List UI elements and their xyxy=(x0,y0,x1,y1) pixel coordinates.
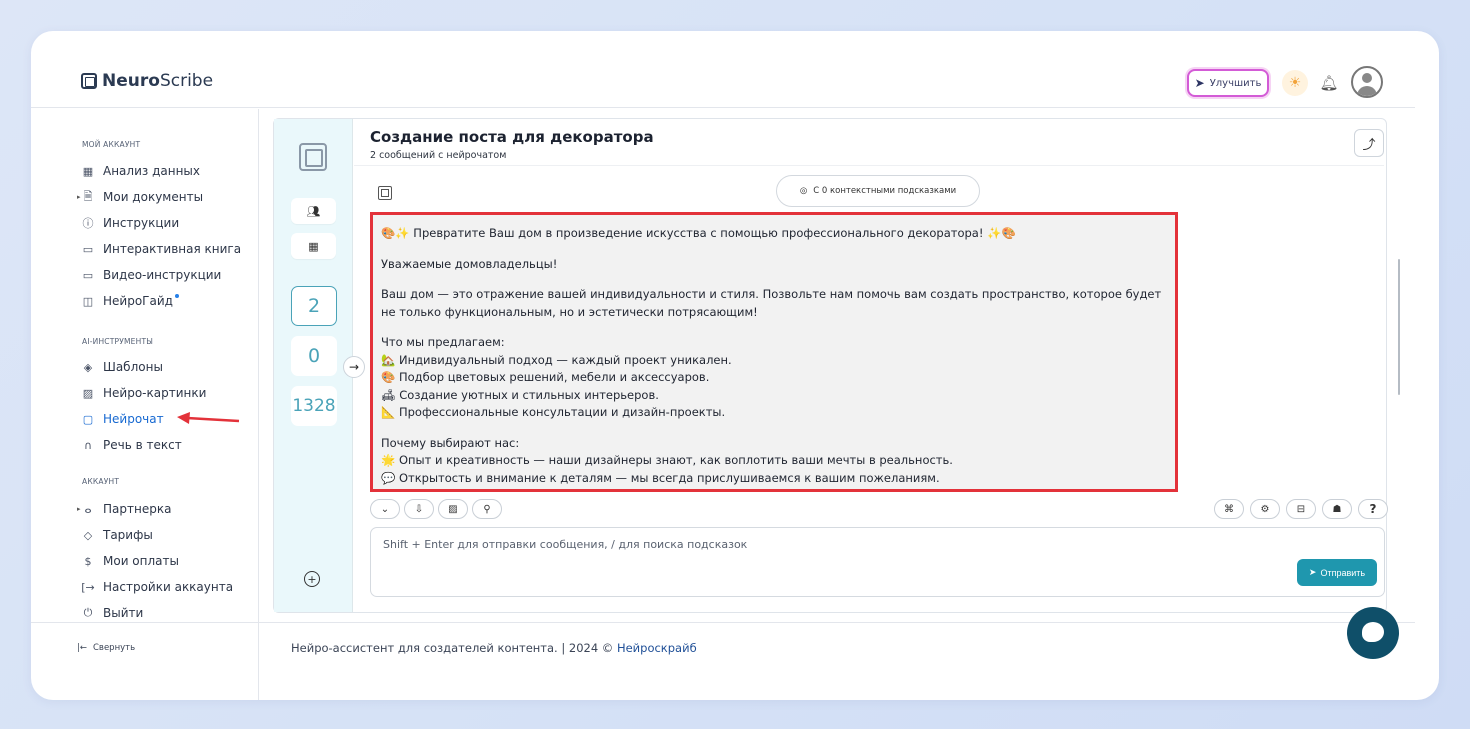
caret-right-icon: ▸ xyxy=(77,193,81,201)
title-divider xyxy=(354,165,1384,166)
robot-icon[interactable]: ☗ xyxy=(1322,499,1352,519)
sidebar-item-interactive-book[interactable]: ▭ Интерактивная книга xyxy=(81,239,251,259)
footer-divider xyxy=(31,622,1415,623)
theme-toggle-sun-icon[interactable]: ☀ xyxy=(1282,70,1308,96)
new-badge-dot xyxy=(174,294,179,298)
footer-link[interactable]: Нейроскрайб xyxy=(617,641,697,655)
brand-icon xyxy=(299,143,327,171)
app-card: NeuroScribe ➤ Улучшить ☀ 🔔︎ МОЙ АККАУНТ … xyxy=(31,31,1439,700)
sidebar-item-logout[interactable]: ⏻ Выйти xyxy=(81,603,251,623)
chat-scrollbar[interactable] xyxy=(1398,259,1400,395)
guide-icon: ◫ xyxy=(82,294,94,308)
share-button[interactable]: ⤴ xyxy=(1354,129,1384,157)
message-input[interactable] xyxy=(383,538,1283,551)
sidebar-item-my-documents[interactable]: ▸ 🗎 Мои документы xyxy=(77,187,251,207)
sidebar-item-templates[interactable]: ◈ Шаблоны xyxy=(81,357,251,377)
message-intro: Ваш дом — это отражение вашей индивидуал… xyxy=(381,287,1162,319)
template-icon[interactable]: ⊟ xyxy=(1286,499,1316,519)
counter-messages: 2 xyxy=(291,286,337,326)
image-icon: ▨ xyxy=(82,386,94,400)
help-question-icon[interactable]: ? xyxy=(1358,499,1388,519)
users-icon[interactable]: 👥︎ xyxy=(291,198,336,224)
sidebar-item-my-payments[interactable]: $ Мои оплаты xyxy=(81,551,251,571)
sidebar-item-neuro-images[interactable]: ▨ Нейро-картинки xyxy=(81,383,251,403)
input-tools-right: ⌘ ⚙ ⊟ ☗ ? xyxy=(1214,499,1388,519)
plugin-icon[interactable]: ⌘ xyxy=(1214,499,1244,519)
red-annotation-arrow-icon xyxy=(177,412,240,424)
sidebar-item-account-settings[interactable]: [→ Настройки аккаунта xyxy=(81,577,251,597)
collapse-sidebar-button[interactable]: |← Свернуть xyxy=(77,643,135,653)
collapse-chevron-icon[interactable]: ⌄ xyxy=(370,499,400,519)
sidebar-item-instructions[interactable]: ⓘ Инструкции xyxy=(81,213,251,233)
sidebar-item-tariffs[interactable]: ◇ Тарифы xyxy=(81,525,251,545)
logo-icon xyxy=(81,73,97,89)
section-account: АККАУНТ xyxy=(82,477,120,486)
message-offer-block: Что мы предлагаем: 🏡 Индивидуальный подх… xyxy=(381,335,732,419)
sidebar-item-data-analysis[interactable]: ▦ Анализ данных xyxy=(81,161,251,181)
users-icon: ⴰ xyxy=(84,502,92,516)
document-icon: 🗎 xyxy=(83,189,93,203)
chat-icon: ▢ xyxy=(82,412,94,426)
assistant-message: 🎨✨ Превратите Ваш дом в произведение иск… xyxy=(370,212,1178,492)
sidebar-item-video-instructions[interactable]: ▭ Видео-инструкции xyxy=(81,265,251,285)
login-icon: [→ xyxy=(81,580,95,594)
message-input-box: ➤ Отправить xyxy=(370,527,1385,597)
support-chat-bubble-icon[interactable] xyxy=(1347,607,1399,659)
chat-side-rail: 👥︎ ▦ 2 0 1328 + xyxy=(274,119,353,612)
help-circle-icon: ⓘ xyxy=(82,217,94,230)
user-avatar[interactable] xyxy=(1351,66,1383,98)
grid-icon[interactable]: ▦ xyxy=(291,233,336,259)
upload-icon[interactable]: ⇩ xyxy=(404,499,434,519)
logo-text-bold: Neuro xyxy=(102,71,160,91)
context-hints-button[interactable]: ◎ С 0 контекстными подсказками xyxy=(776,175,980,207)
footer-text: Нейро-ассистент для создателей контента.… xyxy=(291,641,697,655)
tag-icon: ◇ xyxy=(83,528,93,542)
upgrade-button[interactable]: ➤ Улучшить xyxy=(1187,69,1269,97)
dollar-icon: $ xyxy=(84,554,92,568)
section-my-account: МОЙ АККАУНТ xyxy=(82,140,141,149)
message-headline: 🎨✨ Превратите Ваш дом в произведение иск… xyxy=(381,226,1016,240)
headphones-icon: ∩ xyxy=(83,438,93,452)
palette-icon: ◎ xyxy=(799,186,808,196)
collapse-icon: |← xyxy=(77,643,87,653)
sidebar: МОЙ АККАУНТ ▦ Анализ данных ▸ 🗎 Мои доку… xyxy=(31,109,259,700)
rocket-icon: ➤ xyxy=(1194,76,1205,90)
layers-icon: ◈ xyxy=(83,360,93,374)
magic-wand-icon[interactable]: ⚲ xyxy=(472,499,502,519)
book-icon: ▭ xyxy=(82,242,94,256)
chat-title: Создание поста для декоратора xyxy=(370,128,654,146)
send-button[interactable]: ➤ Отправить xyxy=(1297,559,1377,586)
logo-text-light: Scribe xyxy=(159,71,214,91)
settings-gear-icon[interactable]: ⚙ xyxy=(1250,499,1280,519)
sidebar-item-partners[interactable]: ▸ ⴰ Партнерка xyxy=(77,499,251,519)
send-icon: ➤ xyxy=(1308,567,1317,577)
bot-avatar-icon xyxy=(378,186,392,200)
message-why-block: Почему выбирают нас: 🌟 Опыт и креативнос… xyxy=(381,435,953,485)
chat-panel: 👥︎ ▦ 2 0 1328 + → Создание поста для дек… xyxy=(273,118,1400,613)
caret-right-icon: ▸ xyxy=(77,505,81,513)
section-ai-tools: AI-ИНСТРУМЕНТЫ xyxy=(82,337,154,346)
chat-subtitle: 2 сообщений с нейрочатом xyxy=(370,150,507,161)
counter-tokens: 1328 xyxy=(291,386,337,426)
video-icon: ▭ xyxy=(82,268,94,282)
sidebar-item-speech-to-text[interactable]: ∩ Речь в текст xyxy=(81,435,251,455)
message-greeting: Уважаемые домовладельцы! xyxy=(381,256,558,271)
sidebar-item-neuroguide[interactable]: ◫ НейроГайд xyxy=(81,291,251,311)
grid-icon: ▦ xyxy=(82,164,94,178)
upgrade-label: Улучшить xyxy=(1209,77,1262,89)
expand-arrow-icon[interactable]: → xyxy=(343,356,365,378)
top-header: NeuroScribe ➤ Улучшить ☀ 🔔︎ xyxy=(31,31,1415,108)
add-circle-icon[interactable]: + xyxy=(304,571,320,587)
input-tools-left: ⌄ ⇩ ▨ ⚲ xyxy=(370,499,502,519)
logo[interactable]: NeuroScribe xyxy=(81,71,213,91)
counter-hints: 0 xyxy=(291,336,337,376)
notifications-bell-icon[interactable]: 🔔︎ xyxy=(1318,72,1340,94)
power-icon: ⏻ xyxy=(83,606,93,619)
image-icon[interactable]: ▨ xyxy=(438,499,468,519)
